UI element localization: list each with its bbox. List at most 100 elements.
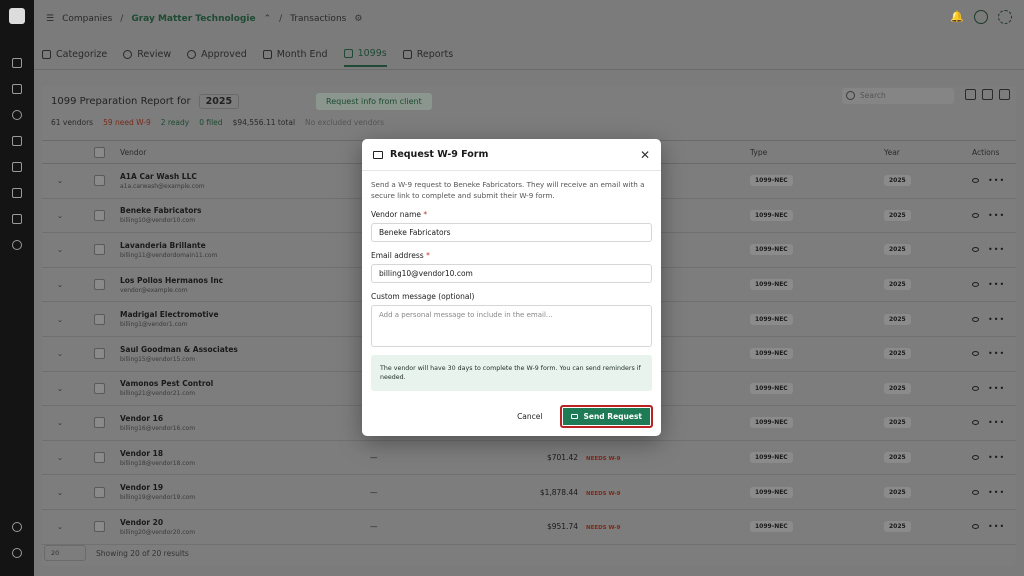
close-icon[interactable]: ✕ <box>640 148 650 162</box>
page-size-select[interactable]: 20 <box>44 545 86 561</box>
more-icon[interactable]: ••• <box>988 454 1005 462</box>
year-badge[interactable]: 2025 <box>884 244 911 256</box>
chevron-down-icon[interactable]: ⌄ <box>42 245 78 254</box>
custom-message-field[interactable]: Add a personal message to include in the… <box>371 305 652 347</box>
table-row[interactable]: ⌄ Vendor 19 billing19@vendor19.com — $1,… <box>42 475 1016 510</box>
dashboard-icon[interactable] <box>12 110 22 120</box>
document-icon[interactable] <box>12 136 22 146</box>
request-info-button[interactable]: Request info from client <box>316 93 432 110</box>
stat-excluded[interactable]: No excluded vendors <box>305 118 384 127</box>
type-select[interactable]: 1099-NEC <box>750 175 793 187</box>
type-select[interactable]: 1099-NEC <box>750 486 793 498</box>
year-badge[interactable]: 2025 <box>884 417 911 429</box>
more-icon[interactable]: ••• <box>988 211 1005 219</box>
clipboard-icon[interactable] <box>12 84 22 94</box>
row-checkbox[interactable] <box>93 244 105 256</box>
row-checkbox[interactable] <box>93 452 105 464</box>
type-select[interactable]: 1099-NEC <box>750 244 793 256</box>
briefcase-icon[interactable] <box>12 162 22 172</box>
col-type[interactable]: Type <box>750 148 884 157</box>
col-vendor[interactable]: Vendor <box>120 148 370 157</box>
vendor-name-field[interactable]: Beneke Fabricators <box>371 223 652 242</box>
eye-icon[interactable] <box>972 420 979 426</box>
crumb-company[interactable]: Gray Matter Technologie <box>131 14 255 24</box>
bell-icon[interactable]: 🔔 <box>950 10 964 24</box>
more-icon[interactable]: ••• <box>988 177 1005 185</box>
help-icon[interactable] <box>12 548 22 558</box>
eye-icon[interactable] <box>972 247 979 253</box>
eye-icon[interactable] <box>972 282 979 288</box>
chevron-down-icon[interactable]: ⌃ <box>264 14 272 24</box>
cancel-button[interactable]: Cancel <box>517 412 542 421</box>
year-badge[interactable]: 2025 <box>884 348 911 360</box>
table-row[interactable]: ⌄ Vendor 18 billing18@vendor18.com — $70… <box>42 441 1016 476</box>
more-icon[interactable]: ••• <box>988 315 1005 323</box>
chevron-down-icon[interactable]: ⌄ <box>42 418 78 427</box>
row-checkbox[interactable] <box>93 521 105 533</box>
tab-categorize[interactable]: Categorize <box>42 43 107 66</box>
more-icon[interactable]: ••• <box>988 523 1005 531</box>
chevron-down-icon[interactable]: ⌄ <box>42 384 78 393</box>
tab-review[interactable]: Review <box>123 43 171 66</box>
type-select[interactable]: 1099-NEC <box>750 348 793 360</box>
year-badge[interactable]: 2025 <box>884 209 911 221</box>
year-badge[interactable]: 2025 <box>884 382 911 394</box>
more-icon[interactable]: ••• <box>988 281 1005 289</box>
select-all-checkbox[interactable] <box>93 146 105 158</box>
eye-icon[interactable] <box>972 178 979 184</box>
file-icon[interactable] <box>12 188 22 198</box>
eye-icon[interactable] <box>972 385 979 391</box>
email-field[interactable]: billing10@vendor10.com <box>371 264 652 283</box>
row-checkbox[interactable] <box>93 382 105 394</box>
row-checkbox[interactable] <box>93 486 105 498</box>
year-select[interactable]: 2025 <box>198 94 240 109</box>
tab-approved[interactable]: Approved <box>187 43 247 66</box>
app-logo[interactable] <box>9 8 25 24</box>
col-year[interactable]: Year <box>884 148 972 157</box>
row-checkbox[interactable] <box>93 175 105 187</box>
search-input[interactable]: Search <box>842 88 954 104</box>
type-select[interactable]: 1099-NEC <box>750 452 793 464</box>
send-request-button[interactable]: Send Request <box>560 405 653 428</box>
row-checkbox[interactable] <box>93 417 105 429</box>
tab-1099s[interactable]: 1099s <box>343 42 387 67</box>
users-icon[interactable] <box>12 240 22 250</box>
eye-icon[interactable] <box>972 212 979 218</box>
eye-icon[interactable] <box>972 316 979 322</box>
chevron-down-icon[interactable]: ⌄ <box>42 211 78 220</box>
theme-toggle-icon[interactable] <box>998 10 1012 24</box>
type-select[interactable]: 1099-NEC <box>750 209 793 221</box>
eye-icon[interactable] <box>972 455 979 461</box>
tab-reports[interactable]: Reports <box>402 43 453 66</box>
expand-icon[interactable] <box>999 89 1010 100</box>
chevron-down-icon[interactable]: ⌄ <box>42 349 78 358</box>
eye-icon[interactable] <box>972 489 979 495</box>
settings-icon[interactable]: ⚙ <box>354 14 362 24</box>
row-checkbox[interactable] <box>93 348 105 360</box>
more-icon[interactable]: ••• <box>988 384 1005 392</box>
chevron-down-icon[interactable]: ⌄ <box>42 453 78 462</box>
more-icon[interactable]: ••• <box>988 419 1005 427</box>
crumb-transactions[interactable]: Transactions <box>290 14 346 24</box>
chevron-down-icon[interactable]: ⌄ <box>42 488 78 497</box>
row-checkbox[interactable] <box>93 313 105 325</box>
year-badge[interactable]: 2025 <box>884 175 911 187</box>
tab-month-end[interactable]: Month End <box>262 43 328 66</box>
type-select[interactable]: 1099-NEC <box>750 417 793 429</box>
type-select[interactable]: 1099-NEC <box>750 521 793 533</box>
row-checkbox[interactable] <box>93 279 105 291</box>
eye-icon[interactable] <box>972 351 979 357</box>
home-icon[interactable] <box>12 58 22 68</box>
crumb-companies[interactable]: Companies <box>62 14 112 24</box>
filter-icon[interactable] <box>965 89 976 100</box>
chevron-down-icon[interactable]: ⌄ <box>42 315 78 324</box>
chevron-down-icon[interactable]: ⌄ <box>42 176 78 185</box>
year-badge[interactable]: 2025 <box>884 279 911 291</box>
menu-icon[interactable]: ☰ <box>46 14 54 24</box>
year-badge[interactable]: 2025 <box>884 452 911 464</box>
year-badge[interactable]: 2025 <box>884 486 911 498</box>
row-checkbox[interactable] <box>93 209 105 221</box>
type-select[interactable]: 1099-NEC <box>750 279 793 291</box>
more-icon[interactable]: ••• <box>988 246 1005 254</box>
year-badge[interactable]: 2025 <box>884 521 911 533</box>
